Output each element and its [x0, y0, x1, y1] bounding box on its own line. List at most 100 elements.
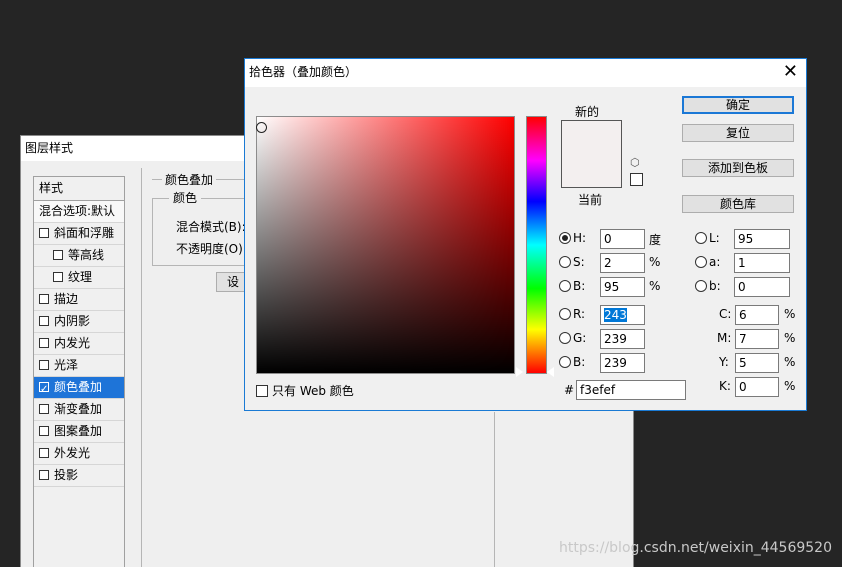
web-safe-warning-swatch[interactable] — [630, 173, 643, 186]
saturation-input[interactable]: 2 — [600, 253, 645, 273]
checkbox-texture[interactable] — [53, 272, 63, 282]
ok-button[interactable]: 确定 — [682, 96, 794, 114]
green-radio-button[interactable] — [559, 332, 571, 344]
green-radio[interactable]: G: — [559, 331, 586, 345]
style-item-label: 光泽 — [54, 358, 79, 372]
checkbox-inner-glow[interactable] — [39, 338, 49, 348]
brightness-radio-button[interactable] — [559, 280, 571, 292]
style-item-pattern-overlay[interactable]: 图案叠加 — [34, 421, 124, 443]
hue-unit: 度 — [649, 233, 662, 247]
style-item-drop-shadow[interactable]: 投影 — [34, 465, 124, 487]
out-of-gamut-cube-icon[interactable]: ⬡ — [630, 157, 642, 169]
style-item-color-overlay[interactable]: 颜色叠加 — [34, 377, 124, 400]
lab-b-radio[interactable]: b: — [695, 279, 721, 293]
hue-slider-right-handle[interactable] — [547, 367, 554, 377]
style-item-label: 混合选项:默认 — [39, 204, 116, 218]
style-item-label: 内发光 — [54, 336, 91, 350]
color-libraries-button[interactable]: 颜色库 — [682, 195, 794, 213]
blue-label: B: — [573, 355, 586, 369]
saturation-radio[interactable]: S: — [559, 255, 585, 269]
black-label: K: — [719, 379, 731, 393]
lab-b-input[interactable]: 0 — [734, 277, 790, 297]
panel-divider — [494, 412, 495, 567]
color-preview-swatch[interactable] — [561, 120, 622, 188]
checkbox-bevel-emboss[interactable] — [39, 228, 49, 238]
style-item-label: 图案叠加 — [54, 424, 103, 438]
hex-input[interactable]: f3efef — [576, 380, 686, 400]
lab-a-radio-button[interactable] — [695, 256, 707, 268]
hex-label: # — [564, 383, 575, 397]
color-field-marker[interactable] — [256, 122, 267, 133]
hue-input[interactable]: 0 — [600, 229, 645, 249]
lab-l-input[interactable]: 95 — [734, 229, 790, 249]
yellow-unit: % — [784, 355, 796, 369]
hue-label: H: — [573, 231, 587, 245]
style-item-label: 描边 — [54, 292, 79, 306]
style-item-bevel-emboss[interactable]: 斜面和浮雕 — [34, 223, 124, 245]
checkbox-inner-shadow[interactable] — [39, 316, 49, 326]
web-only-checkbox[interactable] — [256, 385, 268, 397]
lab-a-input[interactable]: 1 — [734, 253, 790, 273]
hue-slider-left-handle[interactable] — [516, 367, 523, 377]
lab-l-radio-button[interactable] — [695, 232, 707, 244]
yellow-input[interactable]: 5 — [735, 353, 779, 373]
green-input[interactable]: 239 — [600, 329, 645, 349]
style-item-texture[interactable]: 纹理 — [34, 267, 124, 289]
hue-radio-button[interactable] — [559, 232, 571, 244]
style-item-blending-options[interactable]: 混合选项:默认 — [34, 201, 124, 223]
saturation-unit: % — [649, 255, 661, 269]
checkbox-satin[interactable] — [39, 360, 49, 370]
style-item-outer-glow[interactable]: 外发光 — [34, 443, 124, 465]
style-item-label: 斜面和浮雕 — [54, 226, 115, 240]
brightness-radio[interactable]: B: — [559, 279, 585, 293]
brightness-input[interactable]: 95 — [600, 277, 645, 297]
cyan-label: C: — [719, 307, 732, 321]
checkbox-contour[interactable] — [53, 250, 63, 260]
color-field[interactable] — [256, 116, 515, 374]
red-radio[interactable]: R: — [559, 307, 585, 321]
lab-l-radio[interactable]: L: — [695, 231, 720, 245]
checkbox-color-overlay[interactable] — [39, 379, 49, 400]
color-picker-titlebar: 拾色器（叠加颜色） ✕ — [245, 59, 806, 87]
style-item-stroke[interactable]: 描边 — [34, 289, 124, 311]
style-item-gradient-overlay[interactable]: 渐变叠加 — [34, 399, 124, 421]
checkbox-outer-glow[interactable] — [39, 448, 49, 458]
lab-a-radio[interactable]: a: — [695, 255, 720, 269]
red-radio-button[interactable] — [559, 308, 571, 320]
set-default-button[interactable]: 设置 — [216, 272, 246, 292]
black-input[interactable]: 0 — [735, 377, 779, 397]
style-item-label: 渐变叠加 — [54, 402, 103, 416]
hue-slider[interactable] — [526, 116, 547, 374]
blue-radio[interactable]: B: — [559, 355, 585, 369]
checkbox-drop-shadow[interactable] — [39, 470, 49, 480]
web-only-option[interactable]: 只有 Web 颜色 — [256, 382, 354, 399]
style-item-contour[interactable]: 等高线 — [34, 245, 124, 267]
lab-b-radio-button[interactable] — [695, 280, 707, 292]
cyan-input[interactable]: 6 — [735, 305, 779, 325]
style-list-header: 样式 — [34, 177, 124, 201]
black-unit: % — [784, 379, 796, 393]
style-item-label: 投影 — [54, 468, 79, 482]
saturation-radio-button[interactable] — [559, 256, 571, 268]
blue-input[interactable]: 239 — [600, 353, 645, 373]
checkbox-pattern-overlay[interactable] — [39, 426, 49, 436]
style-item-inner-glow[interactable]: 内发光 — [34, 333, 124, 355]
reset-button[interactable]: 复位 — [682, 124, 794, 142]
magenta-label: M: — [717, 331, 732, 345]
blue-radio-button[interactable] — [559, 356, 571, 368]
checkbox-stroke[interactable] — [39, 294, 49, 304]
red-value-selected: 243 — [604, 308, 627, 322]
magenta-input[interactable]: 7 — [735, 329, 779, 349]
hue-radio[interactable]: H: — [559, 231, 586, 245]
add-to-swatches-button[interactable]: 添加到色板 — [682, 159, 794, 177]
style-item-label: 纹理 — [68, 270, 93, 284]
checkbox-gradient-overlay[interactable] — [39, 404, 49, 414]
style-item-inner-shadow[interactable]: 内阴影 — [34, 311, 124, 333]
style-item-satin[interactable]: 光泽 — [34, 355, 124, 377]
style-item-label: 颜色叠加 — [54, 380, 103, 394]
red-input[interactable]: 243 — [600, 305, 645, 325]
lab-b-label: b: — [709, 279, 721, 293]
group-title: 颜色叠加 — [162, 171, 217, 188]
close-icon[interactable]: ✕ — [783, 59, 798, 85]
red-label: R: — [573, 307, 586, 321]
